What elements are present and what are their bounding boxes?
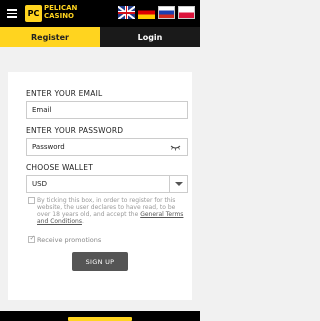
footer [0,311,200,321]
logo-line-2: CASINO [44,12,75,20]
logo-badge[interactable]: PC [25,5,42,22]
logo-wordmark[interactable]: PELICAN CASINO [44,4,78,20]
signup-button[interactable]: SIGN UP [72,252,128,271]
auth-tabs: Register Login [0,27,200,47]
promo-checkbox[interactable]: ✓ [28,234,36,243]
germany-flag-icon[interactable] [138,6,155,19]
uk-flag-icon[interactable] [118,6,135,19]
password-label: ENTER YOUR PASSWORD [26,126,124,135]
logo-line-1: PELICAN [44,4,78,12]
password-placeholder: Password [32,143,65,151]
wallet-select[interactable]: USD [26,175,188,193]
tab-register[interactable]: Register [0,27,100,47]
terms-text: By ticking this box, in order to registe… [37,197,189,225]
russia-flag-icon[interactable] [158,6,175,19]
chevron-down-icon[interactable] [169,176,187,192]
wallet-label: CHOOSE WALLET [26,163,93,172]
registration-form: ENTER YOUR EMAIL Email ENTER YOUR PASSWO… [8,72,192,300]
email-field[interactable]: Email [26,101,188,119]
tab-login[interactable]: Login [100,27,200,47]
promo-label: Receive promotions [37,236,102,244]
eye-closed-icon[interactable] [170,143,181,152]
password-field[interactable]: Password [26,138,188,156]
email-placeholder: Email [32,106,52,114]
email-label: ENTER YOUR EMAIL [26,89,103,98]
poland-flag-icon[interactable] [178,6,195,19]
language-selector [118,6,195,19]
wallet-value: USD [32,180,47,188]
checkmark-icon: ✓ [29,234,36,242]
terms-checkbox[interactable] [28,197,35,204]
hamburger-menu-icon[interactable] [7,9,17,18]
top-bar: PC PELICAN CASINO [0,0,200,27]
terms-end: . [81,218,84,225]
footer-logo [68,317,132,321]
